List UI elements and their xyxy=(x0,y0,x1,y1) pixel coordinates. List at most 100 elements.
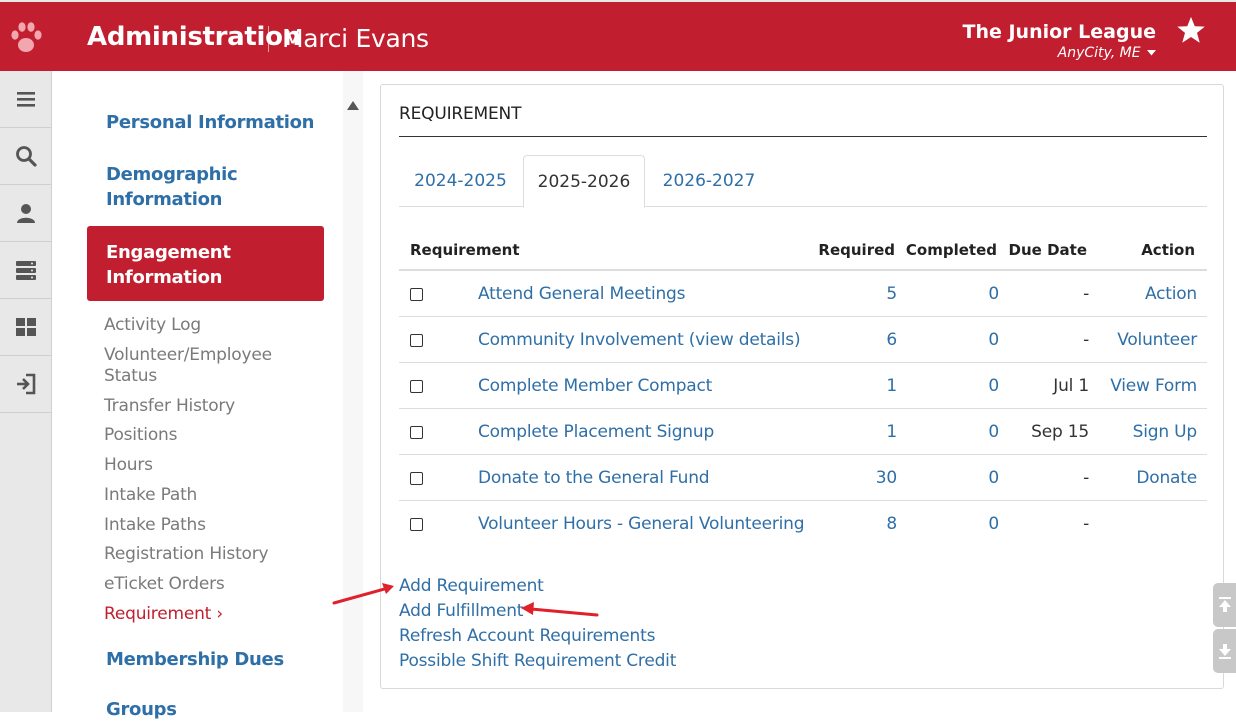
row-checkbox[interactable] xyxy=(410,426,423,439)
completed-link[interactable]: 0 xyxy=(988,376,999,396)
arrow-up-icon xyxy=(1218,597,1231,612)
requirement-link[interactable]: Community Involvement (view details) xyxy=(478,330,801,350)
rail-sign-in[interactable] xyxy=(0,356,52,413)
rail-search[interactable] xyxy=(0,128,52,185)
refresh-account-requirements-link[interactable]: Refresh Account Requirements xyxy=(399,624,676,649)
required-link[interactable]: 8 xyxy=(886,514,897,534)
table-row: Donate to the General Fund 30 0 - Donate xyxy=(399,455,1207,501)
org-city-label: AnyCity, ME xyxy=(1057,45,1141,61)
nav-transfer-history[interactable]: Transfer History xyxy=(104,396,235,417)
tab-2026-2027[interactable]: 2026-2027 xyxy=(647,155,771,207)
grid-icon xyxy=(16,318,36,336)
title-divider xyxy=(268,26,269,52)
tab-2025-2026[interactable]: 2025-2026 xyxy=(523,155,645,208)
nav-membership-dues[interactable]: Membership Dues xyxy=(106,647,284,672)
nav-activity-log[interactable]: Activity Log xyxy=(104,315,201,336)
row-checkbox[interactable] xyxy=(410,518,423,531)
sign-in-icon xyxy=(17,373,36,395)
action-link[interactable]: Donate xyxy=(1136,468,1197,488)
nav-intake-paths[interactable]: Intake Paths xyxy=(104,515,206,536)
nav-engagement-line2: Information xyxy=(106,267,223,288)
panel-title: REQUIREMENT xyxy=(399,104,522,124)
completed-link[interactable]: 0 xyxy=(988,330,999,350)
table-row: Attend General Meetings 5 0 - Action xyxy=(399,271,1207,317)
scroll-top-button[interactable] xyxy=(1213,583,1236,627)
requirement-link[interactable]: Complete Placement Signup xyxy=(478,422,714,442)
search-icon xyxy=(16,146,37,167)
col-action: Action xyxy=(1141,241,1195,259)
nav-personal-information[interactable]: Personal Information xyxy=(106,110,315,135)
nav-registration-history[interactable]: Registration History xyxy=(104,544,269,565)
required-link[interactable]: 1 xyxy=(886,376,897,396)
completed-link[interactable]: 0 xyxy=(988,514,999,534)
nav-requirement[interactable]: Requirement › xyxy=(104,604,223,625)
star-icon[interactable] xyxy=(1176,15,1206,45)
rail-grid[interactable] xyxy=(0,299,52,356)
due-date: - xyxy=(1083,330,1089,350)
scroll-bottom-button[interactable] xyxy=(1213,629,1236,673)
row-checkbox[interactable] xyxy=(410,288,423,301)
nav-eticket-orders[interactable]: eTicket Orders xyxy=(104,574,225,595)
due-date: - xyxy=(1083,514,1089,534)
table-row: Community Involvement (view details) 6 0… xyxy=(399,317,1207,363)
nav-engagement-line1: Engagement xyxy=(106,242,231,263)
nav-hours[interactable]: Hours xyxy=(104,455,153,476)
table-row: Complete Member Compact 1 0 Jul 1 View F… xyxy=(399,363,1207,409)
nav-volunteer-line2: Status xyxy=(104,366,157,386)
action-link[interactable]: View Form xyxy=(1110,376,1197,396)
possible-shift-requirement-credit-link[interactable]: Possible Shift Requirement Credit xyxy=(399,649,676,674)
panel-action-links: Add Requirement Add Fulfillment Refresh … xyxy=(399,574,676,674)
nav-demographic-line2: Information xyxy=(106,189,223,210)
rail-user[interactable] xyxy=(0,185,52,242)
top-bar: Administration Marci Evans The Junior Le… xyxy=(0,0,1236,71)
requirement-link[interactable]: Attend General Meetings xyxy=(478,284,685,304)
nav-positions[interactable]: Positions xyxy=(104,425,177,446)
rail-menu[interactable] xyxy=(0,71,52,128)
scroll-up-arrow-icon[interactable] xyxy=(347,101,359,110)
nav-demographic-information[interactable]: Demographic Information xyxy=(106,162,238,212)
org-name: The Junior League xyxy=(962,21,1157,43)
arrow-down-icon xyxy=(1218,644,1231,659)
col-due-date: Due Date xyxy=(1008,241,1087,259)
completed-link[interactable]: 0 xyxy=(988,284,999,304)
col-required: Required xyxy=(818,241,895,259)
completed-link[interactable]: 0 xyxy=(988,422,999,442)
action-link[interactable]: Sign Up xyxy=(1133,422,1198,442)
row-checkbox[interactable] xyxy=(410,334,423,347)
requirement-link[interactable]: Donate to the General Fund xyxy=(478,468,710,488)
requirement-link[interactable]: Volunteer Hours - General Volunteering xyxy=(478,514,805,534)
row-checkbox[interactable] xyxy=(410,472,423,485)
icon-rail xyxy=(0,71,52,712)
action-link[interactable]: Volunteer xyxy=(1117,330,1197,350)
chevron-right-icon: › xyxy=(216,604,223,624)
col-requirement: Requirement xyxy=(410,241,520,259)
requirement-link[interactable]: Complete Member Compact xyxy=(478,376,712,396)
required-link[interactable]: 30 xyxy=(876,468,897,488)
paw-logo-icon[interactable] xyxy=(9,20,43,56)
required-link[interactable]: 1 xyxy=(886,422,897,442)
nav-scrollbar[interactable] xyxy=(343,71,363,712)
nav-volunteer-employee-status[interactable]: Volunteer/Employee Status xyxy=(104,345,272,387)
row-checkbox[interactable] xyxy=(410,380,423,393)
nav-demographic-line1: Demographic xyxy=(106,164,238,185)
nav-groups[interactable]: Groups xyxy=(106,697,177,722)
annotation-arrow-icon xyxy=(332,583,394,605)
required-link[interactable]: 5 xyxy=(886,284,897,304)
nav-engagement-information[interactable]: Engagement Information xyxy=(87,226,324,301)
due-date: - xyxy=(1083,284,1089,304)
required-link[interactable]: 6 xyxy=(886,330,897,350)
org-city-dropdown[interactable]: AnyCity, ME xyxy=(1058,45,1156,61)
due-date: - xyxy=(1083,468,1089,488)
rail-server[interactable] xyxy=(0,242,52,299)
annotation-arrow-icon xyxy=(521,602,599,617)
completed-link[interactable]: 0 xyxy=(988,468,999,488)
nav-intake-path[interactable]: Intake Path xyxy=(104,485,197,506)
table-row: Volunteer Hours - General Volunteering 8… xyxy=(399,501,1207,547)
tab-2024-2025[interactable]: 2024-2025 xyxy=(399,155,522,207)
user-icon xyxy=(17,204,35,223)
due-date: Jul 1 xyxy=(1053,376,1089,396)
add-requirement-link[interactable]: Add Requirement xyxy=(399,574,676,599)
action-link[interactable]: Action xyxy=(1145,284,1197,304)
caret-down-icon xyxy=(1147,50,1156,56)
menu-icon xyxy=(17,92,35,107)
